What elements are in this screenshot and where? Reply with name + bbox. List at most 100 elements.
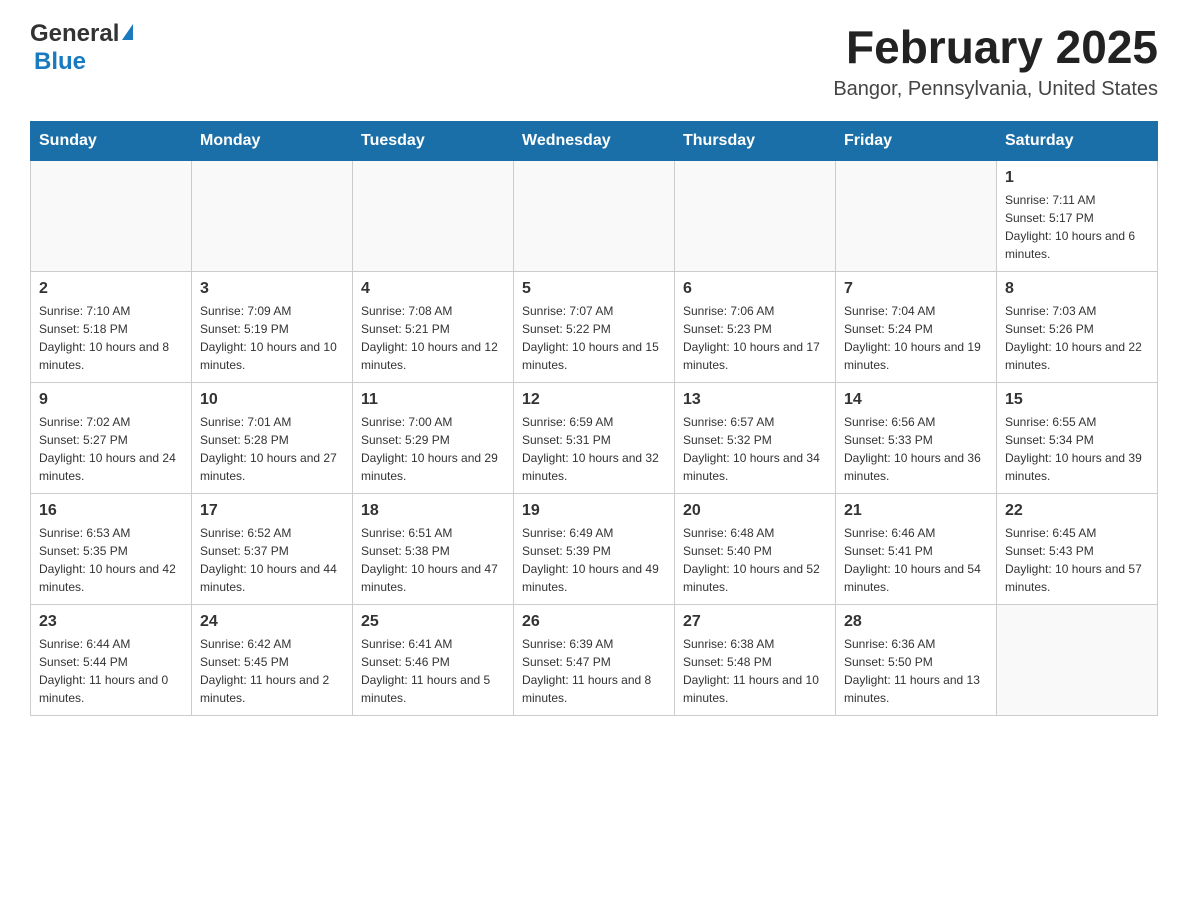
weekday-header-row: SundayMondayTuesdayWednesdayThursdayFrid… bbox=[31, 122, 1158, 161]
day-info: Sunrise: 7:04 AM Sunset: 5:24 PM Dayligh… bbox=[844, 302, 988, 374]
logo-triangle-icon bbox=[122, 24, 133, 40]
day-number: 24 bbox=[200, 613, 344, 631]
calendar-week-5: 23 Sunrise: 6:44 AM Sunset: 5:44 PM Dayli… bbox=[31, 605, 1158, 716]
day-info: Sunrise: 7:09 AM Sunset: 5:19 PM Dayligh… bbox=[200, 302, 344, 374]
day-number: 20 bbox=[683, 502, 827, 520]
day-number: 11 bbox=[361, 391, 505, 409]
logo-general-text: General bbox=[30, 20, 119, 48]
calendar-day: 1 Sunrise: 7:11 AM Sunset: 5:17 PM Daylig… bbox=[997, 161, 1158, 272]
calendar-day: 25 Sunrise: 6:41 AM Sunset: 5:46 PM Dayli… bbox=[353, 605, 514, 716]
weekday-header-sunday: Sunday bbox=[31, 122, 192, 161]
calendar-day: 4Sunrise: 7:08 AM Sunset: 5:21 PM Daylig… bbox=[353, 272, 514, 383]
calendar-day: 27 Sunrise: 6:38 AM Sunset: 5:48 PM Dayli… bbox=[675, 605, 836, 716]
day-info: Sunrise: 7:01 AM Sunset: 5:28 PM Dayligh… bbox=[200, 413, 344, 485]
day-number: 13 bbox=[683, 391, 827, 409]
day-info: Sunrise: 6:41 AM Sunset: 5:46 PM Dayligh… bbox=[361, 635, 505, 707]
day-number: 18 bbox=[361, 502, 505, 520]
calendar-day: 21 Sunrise: 6:46 AM Sunset: 5:41 PM Dayli… bbox=[836, 494, 997, 605]
day-number: 23 bbox=[39, 613, 183, 631]
day-number: 28 bbox=[844, 613, 988, 631]
calendar-day: 23 Sunrise: 6:44 AM Sunset: 5:44 PM Dayli… bbox=[31, 605, 192, 716]
day-info: Sunrise: 6:48 AM Sunset: 5:40 PM Dayligh… bbox=[683, 524, 827, 596]
page-header: General Blue February 2025 Bangor, Penns… bbox=[30, 20, 1158, 101]
calendar-day: 14 Sunrise: 6:56 AM Sunset: 5:33 PM Dayli… bbox=[836, 383, 997, 494]
day-number: 4 bbox=[361, 280, 505, 298]
day-number: 12 bbox=[522, 391, 666, 409]
day-number: 22 bbox=[1005, 502, 1149, 520]
calendar-day: 22 Sunrise: 6:45 AM Sunset: 5:43 PM Dayli… bbox=[997, 494, 1158, 605]
weekday-header-friday: Friday bbox=[836, 122, 997, 161]
calendar-day: 5Sunrise: 7:07 AM Sunset: 5:22 PM Daylig… bbox=[514, 272, 675, 383]
calendar-subtitle: Bangor, Pennsylvania, United States bbox=[833, 78, 1158, 101]
day-number: 17 bbox=[200, 502, 344, 520]
day-number: 3 bbox=[200, 280, 344, 298]
day-info: Sunrise: 6:39 AM Sunset: 5:47 PM Dayligh… bbox=[522, 635, 666, 707]
day-info: Sunrise: 6:38 AM Sunset: 5:48 PM Dayligh… bbox=[683, 635, 827, 707]
calendar-day: 9Sunrise: 7:02 AM Sunset: 5:27 PM Daylig… bbox=[31, 383, 192, 494]
calendar-week-2: 2 Sunrise: 7:10 AM Sunset: 5:18 PM Daylig… bbox=[31, 272, 1158, 383]
day-number: 6 bbox=[683, 280, 827, 298]
calendar-day bbox=[675, 161, 836, 272]
calendar-day bbox=[31, 161, 192, 272]
day-number: 2 bbox=[39, 280, 183, 298]
calendar-day bbox=[514, 161, 675, 272]
day-info: Sunrise: 7:00 AM Sunset: 5:29 PM Dayligh… bbox=[361, 413, 505, 485]
weekday-header-wednesday: Wednesday bbox=[514, 122, 675, 161]
calendar-body: 1 Sunrise: 7:11 AM Sunset: 5:17 PM Daylig… bbox=[31, 161, 1158, 716]
day-info: Sunrise: 6:42 AM Sunset: 5:45 PM Dayligh… bbox=[200, 635, 344, 707]
calendar-day bbox=[353, 161, 514, 272]
day-info: Sunrise: 6:52 AM Sunset: 5:37 PM Dayligh… bbox=[200, 524, 344, 596]
day-info: Sunrise: 6:57 AM Sunset: 5:32 PM Dayligh… bbox=[683, 413, 827, 485]
day-info: Sunrise: 7:10 AM Sunset: 5:18 PM Dayligh… bbox=[39, 302, 183, 374]
calendar-day: 2 Sunrise: 7:10 AM Sunset: 5:18 PM Daylig… bbox=[31, 272, 192, 383]
weekday-header-monday: Monday bbox=[192, 122, 353, 161]
calendar-day: 6 Sunrise: 7:06 AM Sunset: 5:23 PM Daylig… bbox=[675, 272, 836, 383]
calendar-day: 24 Sunrise: 6:42 AM Sunset: 5:45 PM Dayli… bbox=[192, 605, 353, 716]
calendar-day: 15Sunrise: 6:55 AM Sunset: 5:34 PM Dayli… bbox=[997, 383, 1158, 494]
calendar-day: 20 Sunrise: 6:48 AM Sunset: 5:40 PM Dayli… bbox=[675, 494, 836, 605]
calendar-week-4: 16Sunrise: 6:53 AM Sunset: 5:35 PM Dayli… bbox=[31, 494, 1158, 605]
day-info: Sunrise: 6:45 AM Sunset: 5:43 PM Dayligh… bbox=[1005, 524, 1149, 596]
day-number: 19 bbox=[522, 502, 666, 520]
day-number: 25 bbox=[361, 613, 505, 631]
day-number: 8 bbox=[1005, 280, 1149, 298]
day-info: Sunrise: 6:51 AM Sunset: 5:38 PM Dayligh… bbox=[361, 524, 505, 596]
day-number: 1 bbox=[1005, 169, 1149, 187]
day-info: Sunrise: 7:07 AM Sunset: 5:22 PM Dayligh… bbox=[522, 302, 666, 374]
calendar-week-3: 9Sunrise: 7:02 AM Sunset: 5:27 PM Daylig… bbox=[31, 383, 1158, 494]
calendar-day: 10Sunrise: 7:01 AM Sunset: 5:28 PM Dayli… bbox=[192, 383, 353, 494]
day-info: Sunrise: 6:46 AM Sunset: 5:41 PM Dayligh… bbox=[844, 524, 988, 596]
logo-blue-text: Blue bbox=[34, 48, 86, 75]
title-block: February 2025 Bangor, Pennsylvania, Unit… bbox=[833, 20, 1158, 101]
day-number: 27 bbox=[683, 613, 827, 631]
calendar-table: SundayMondayTuesdayWednesdayThursdayFrid… bbox=[30, 121, 1158, 716]
calendar-day: 11 Sunrise: 7:00 AM Sunset: 5:29 PM Dayli… bbox=[353, 383, 514, 494]
day-info: Sunrise: 6:59 AM Sunset: 5:31 PM Dayligh… bbox=[522, 413, 666, 485]
day-info: Sunrise: 7:11 AM Sunset: 5:17 PM Dayligh… bbox=[1005, 191, 1149, 263]
day-info: Sunrise: 6:53 AM Sunset: 5:35 PM Dayligh… bbox=[39, 524, 183, 596]
calendar-day: 3 Sunrise: 7:09 AM Sunset: 5:19 PM Daylig… bbox=[192, 272, 353, 383]
logo: General Blue bbox=[30, 20, 133, 76]
day-number: 14 bbox=[844, 391, 988, 409]
day-info: Sunrise: 6:56 AM Sunset: 5:33 PM Dayligh… bbox=[844, 413, 988, 485]
weekday-header-saturday: Saturday bbox=[997, 122, 1158, 161]
calendar-day: 28Sunrise: 6:36 AM Sunset: 5:50 PM Dayli… bbox=[836, 605, 997, 716]
day-info: Sunrise: 6:44 AM Sunset: 5:44 PM Dayligh… bbox=[39, 635, 183, 707]
calendar-day: 13 Sunrise: 6:57 AM Sunset: 5:32 PM Dayli… bbox=[675, 383, 836, 494]
day-number: 15 bbox=[1005, 391, 1149, 409]
calendar-title: February 2025 bbox=[833, 20, 1158, 74]
day-number: 9 bbox=[39, 391, 183, 409]
calendar-day: 8 Sunrise: 7:03 AM Sunset: 5:26 PM Daylig… bbox=[997, 272, 1158, 383]
weekday-header-thursday: Thursday bbox=[675, 122, 836, 161]
calendar-day: 17 Sunrise: 6:52 AM Sunset: 5:37 PM Dayli… bbox=[192, 494, 353, 605]
day-info: Sunrise: 7:06 AM Sunset: 5:23 PM Dayligh… bbox=[683, 302, 827, 374]
calendar-day: 12 Sunrise: 6:59 AM Sunset: 5:31 PM Dayli… bbox=[514, 383, 675, 494]
calendar-day: 16Sunrise: 6:53 AM Sunset: 5:35 PM Dayli… bbox=[31, 494, 192, 605]
day-number: 21 bbox=[844, 502, 988, 520]
calendar-day bbox=[836, 161, 997, 272]
day-info: Sunrise: 6:49 AM Sunset: 5:39 PM Dayligh… bbox=[522, 524, 666, 596]
calendar-day bbox=[997, 605, 1158, 716]
weekday-header-tuesday: Tuesday bbox=[353, 122, 514, 161]
day-number: 7 bbox=[844, 280, 988, 298]
day-info: Sunrise: 7:03 AM Sunset: 5:26 PM Dayligh… bbox=[1005, 302, 1149, 374]
